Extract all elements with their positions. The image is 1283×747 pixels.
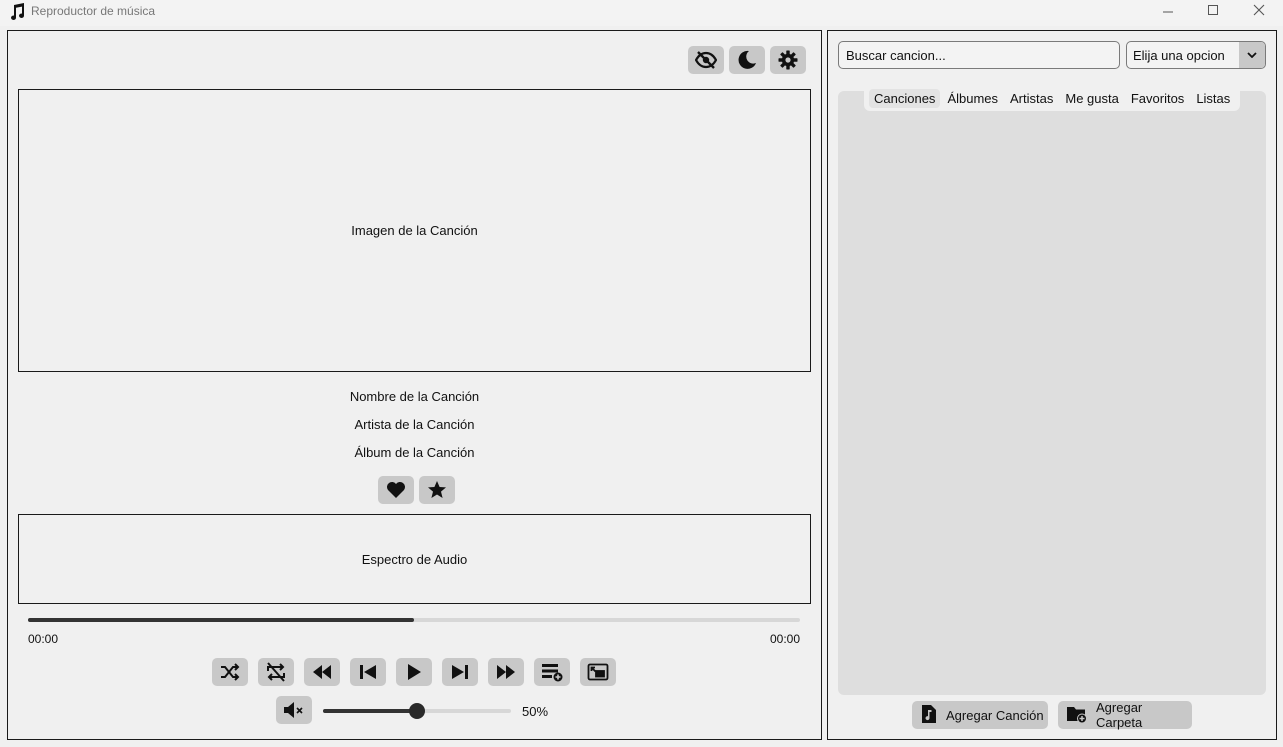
shuffle-button[interactable] [212, 658, 248, 686]
moon-icon [737, 50, 757, 70]
mini-player-icon [587, 663, 609, 681]
song-cover-label: Imagen de la Canción [351, 223, 478, 238]
theme-toggle-button[interactable] [729, 46, 765, 74]
volume-knob[interactable] [409, 703, 425, 719]
progress-fill [28, 618, 414, 622]
player-panel: Imagen de la Canción Nombre de la Canció… [7, 30, 822, 740]
filter-select[interactable]: Elija una opcion [1126, 41, 1266, 69]
chevron-down-icon[interactable] [1239, 42, 1265, 68]
settings-button[interactable] [770, 46, 806, 74]
fast-forward-icon [496, 664, 516, 680]
audio-spectrum-label: Espectro de Audio [361, 551, 468, 567]
song-name: Nombre de la Canción [349, 389, 480, 404]
volume-label: 50% [522, 704, 549, 719]
music-note-icon [10, 3, 26, 21]
add-folder-label: Agregar Carpeta [1096, 700, 1143, 730]
next-button[interactable] [442, 658, 478, 686]
heart-icon [386, 481, 406, 499]
gear-icon [778, 50, 798, 70]
tab-5[interactable]: Listas [1191, 89, 1235, 108]
song-album: Álbum de la Canción [354, 445, 475, 460]
mute-button[interactable] [276, 696, 312, 724]
title-bar: Reproductor de música [0, 0, 1283, 26]
skip-previous-icon [359, 664, 377, 680]
play-button[interactable] [396, 658, 432, 686]
add-song-button[interactable]: Agregar Canción [912, 701, 1048, 729]
music-file-icon [920, 704, 946, 727]
add-song-label: Agregar Canción [946, 707, 1044, 723]
shuffle-icon [220, 663, 240, 681]
song-artist: Artista de la Canción [354, 417, 475, 432]
rewind-button[interactable] [304, 658, 340, 686]
close-icon[interactable] [1236, 0, 1282, 20]
filter-select-value: Elija una opcion [1133, 47, 1225, 63]
library-tabview: Canciones Álbumes Artistas Me gusta Favorito… [838, 85, 1266, 695]
fast-forward-button[interactable] [488, 658, 524, 686]
tab-2[interactable]: Artistas [1005, 89, 1058, 108]
search-input[interactable] [838, 41, 1120, 69]
hide-toggle-button[interactable] [688, 46, 724, 74]
progress-slider[interactable] [28, 618, 800, 622]
audio-spectrum: Espectro de Audio [18, 514, 811, 604]
favorite-button[interactable] [419, 476, 455, 504]
previous-button[interactable] [350, 658, 386, 686]
window-title: Reproductor de música [31, 4, 156, 18]
current-time: 00:00 [28, 632, 59, 646]
queue-add-icon [541, 662, 563, 682]
volume-slider[interactable] [323, 703, 511, 719]
library-panel: Elija una opcion CancionesÁlbumesArtista… [827, 30, 1277, 740]
eye-off-icon [695, 51, 717, 69]
play-icon [406, 663, 422, 681]
add-folder-button[interactable]: Agregar Carpeta [1058, 700, 1192, 730]
volume-mute-icon [283, 701, 305, 719]
mini-player-button[interactable] [580, 658, 616, 686]
maximize-icon[interactable] [1190, 0, 1236, 20]
volume-fill [323, 709, 417, 713]
tab-4[interactable]: Favoritos [1126, 89, 1189, 108]
repeat-button[interactable] [258, 658, 294, 686]
song-cover-image: Imagen de la Canción [18, 89, 811, 372]
skip-next-icon [451, 664, 469, 680]
tab-0[interactable]: Canciones [869, 88, 941, 108]
tab-3[interactable]: Me gusta [1060, 89, 1123, 108]
star-icon [427, 480, 447, 500]
minimize-icon[interactable] [1145, 0, 1191, 20]
repeat-off-icon [265, 662, 287, 682]
total-time: 00:00 [770, 632, 801, 646]
rewind-icon [312, 664, 332, 680]
library-tabbar: Canciones Álbumes Artistas Me gusta Favorito… [864, 85, 1241, 111]
tab-1[interactable]: Álbumes [942, 89, 1003, 108]
like-button[interactable] [378, 476, 414, 504]
add-to-queue-button[interactable] [534, 658, 570, 686]
folder-add-icon [1066, 704, 1096, 727]
